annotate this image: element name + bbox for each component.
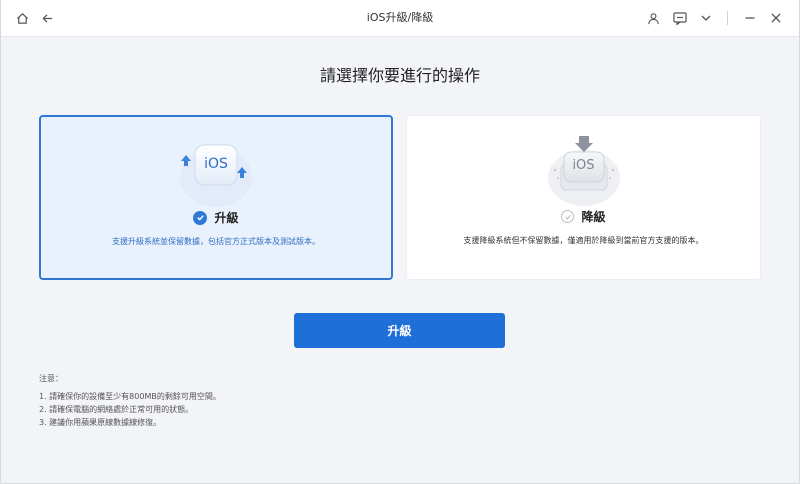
downgrade-label: 降級 xyxy=(581,210,606,224)
title-bar: iOS升級/降級 xyxy=(1,0,799,37)
minimize-icon[interactable] xyxy=(741,9,759,27)
ios-downgrade-badge-text: iOS xyxy=(572,158,595,173)
check-circle-icon xyxy=(193,210,208,225)
chevron-down-icon[interactable] xyxy=(697,9,715,27)
app-window: iOS升級/降級 請選擇你要進行的操作 iOS 升級 支援升級系統並保留數據，包… xyxy=(0,0,800,484)
notes-item: 1. 請確保你的設備至少有800MB的剩餘可用空間。 xyxy=(39,392,221,401)
page-heading: 請選擇你要進行的操作 xyxy=(319,66,480,85)
upgrade-description: 支援升級系統並保留數據，包括官方正式版本及測試版本。 xyxy=(112,237,320,246)
upgrade-option-card[interactable]: iOS 升級 支援升級系統並保留數據，包括官方正式版本及測試版本。 xyxy=(39,115,393,280)
notes-item: 3. 建議你用蘋果原線數據線修復。 xyxy=(39,418,162,427)
user-icon[interactable] xyxy=(644,9,662,27)
upgrade-label-row: 升級 xyxy=(41,209,391,226)
notes-item: 2. 請確保電腦的網絡處於正常可用的狀態。 xyxy=(39,405,194,414)
upgrade-button[interactable]: 升級 xyxy=(294,313,505,348)
downgrade-label-row: 降級 xyxy=(407,208,760,225)
check-circle-outline-icon xyxy=(561,210,575,223)
close-icon[interactable] xyxy=(767,9,785,27)
notes-section: 注意： 1. 請確保你的設備至少有800MB的剩餘可用空間。 2. 請確保電腦的… xyxy=(39,372,221,429)
ios-upgrade-icon: iOS xyxy=(171,133,261,213)
upgrade-label: 升級 xyxy=(214,211,239,225)
notes-title: 注意： xyxy=(39,374,63,383)
titlebar-divider xyxy=(727,11,728,25)
feedback-icon[interactable] xyxy=(671,9,689,27)
downgrade-description: 支援降級系統但不保留數據，僅適用於降級到當前官方支援的版本。 xyxy=(463,236,704,245)
ios-upgrade-badge-text: iOS xyxy=(204,156,228,172)
ios-downgrade-icon: iOS xyxy=(539,132,629,212)
downgrade-option-card[interactable]: iOS 降級 支援降級系統但不保留數據，僅適用於降級到當前官方支援的版本。 xyxy=(406,115,761,280)
